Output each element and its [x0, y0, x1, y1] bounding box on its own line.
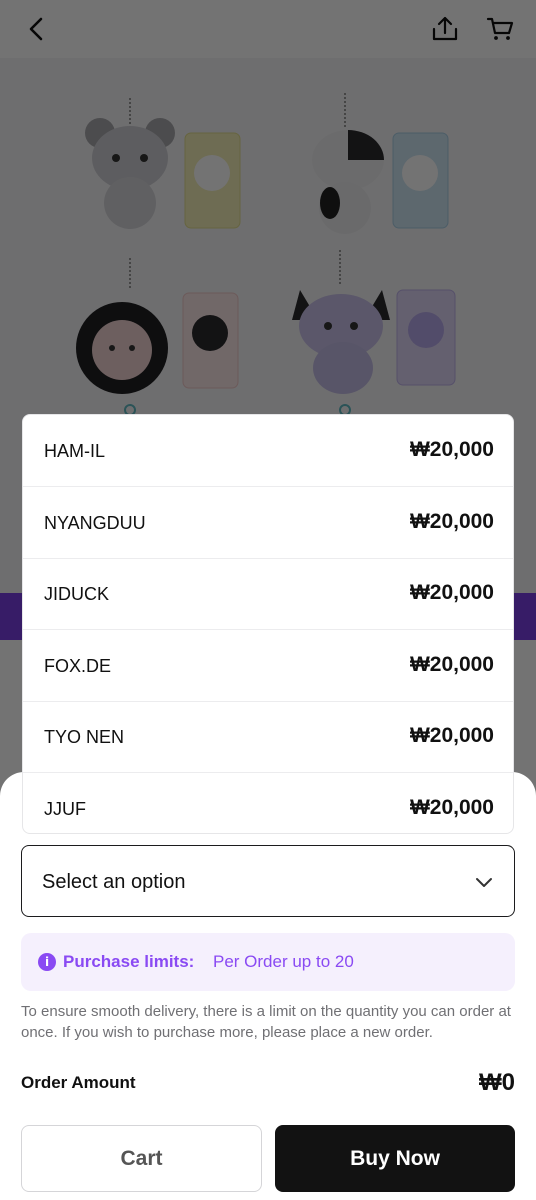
option-dropdown-list[interactable]: HAM-IL ₩20,000 NYANGDUU ₩20,000 JIDUCK ₩…: [22, 414, 514, 834]
option-price: ₩20,000: [409, 581, 494, 604]
option-item-fox-de[interactable]: FOX.DE ₩20,000: [23, 630, 513, 702]
option-item-jjuf[interactable]: JJUF ₩20,000: [23, 773, 513, 833]
option-name: HAM-IL: [44, 441, 106, 461]
option-item-jiduck[interactable]: JIDUCK ₩20,000: [23, 558, 513, 630]
chevron-down-icon: [474, 872, 494, 897]
purchase-limit-banner: i Purchase limits: Per Order up to 20: [21, 933, 515, 991]
order-amount-label: Order Amount: [21, 1073, 136, 1092]
option-name: JIDUCK: [44, 584, 110, 604]
option-name: FOX.DE: [44, 656, 112, 676]
delivery-limit-note: To ensure smooth delivery, there is a li…: [21, 1003, 511, 1041]
option-select-placeholder: Select an option: [42, 871, 186, 893]
purchase-limit-label: Purchase limits:: [63, 952, 195, 971]
info-icon: i: [38, 953, 56, 971]
add-to-cart-button[interactable]: Cart: [21, 1125, 262, 1192]
option-select[interactable]: Select an option: [21, 845, 515, 917]
option-item-tyo-nen[interactable]: TYO NEN ₩20,000: [23, 701, 513, 773]
option-price: ₩20,000: [409, 510, 494, 533]
option-item-ham-il[interactable]: HAM-IL ₩20,000: [23, 415, 513, 487]
order-amount-value: ₩0: [479, 1069, 515, 1096]
option-price: ₩20,000: [409, 796, 494, 819]
option-price: ₩20,000: [409, 438, 494, 461]
option-name: JJUF: [44, 799, 86, 819]
option-item-nyangduu[interactable]: NYANGDUU ₩20,000: [23, 487, 513, 559]
purchase-limit-value: Per Order up to 20: [213, 952, 354, 971]
option-price: ₩20,000: [409, 724, 494, 747]
option-name: NYANGDUU: [44, 513, 146, 533]
buy-now-button[interactable]: Buy Now: [275, 1125, 515, 1192]
option-price: ₩20,000: [409, 653, 494, 676]
option-name: TYO NEN: [44, 727, 125, 747]
